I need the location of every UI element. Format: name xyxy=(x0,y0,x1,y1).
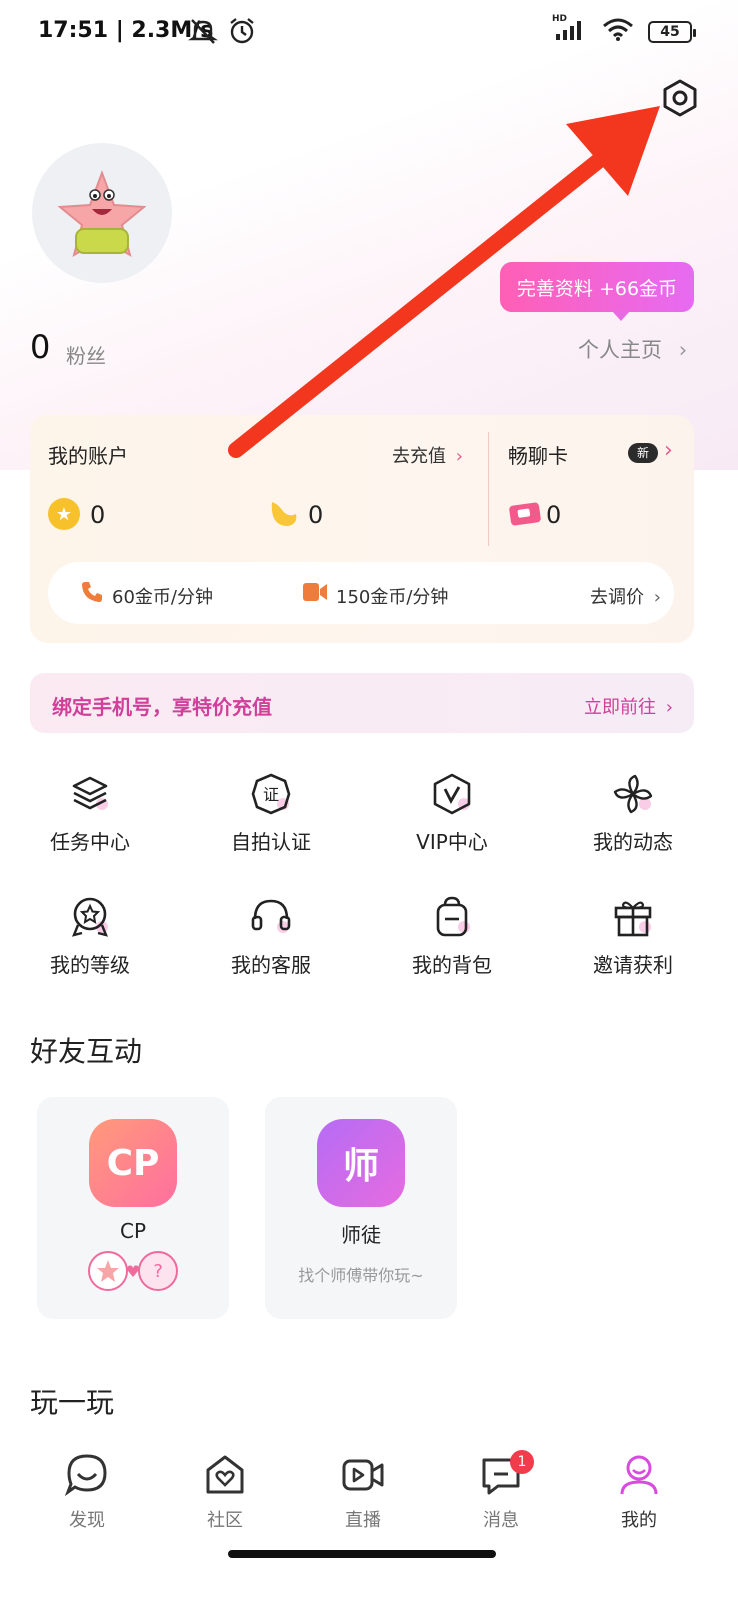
grid-item-my-backpack[interactable]: 我的背包 xyxy=(372,895,532,995)
chevron-right-icon: › xyxy=(678,338,688,362)
tab-discover[interactable]: 发现 xyxy=(18,1440,156,1560)
chevron-right-icon[interactable]: › xyxy=(664,438,673,463)
tab-community[interactable]: 社区 xyxy=(156,1440,294,1560)
grid-label: 邀请获利 xyxy=(593,953,673,977)
gold-coin-icon: ★ xyxy=(48,498,80,530)
cp-icon: CP xyxy=(89,1119,177,1207)
tab-label: 发现 xyxy=(69,1510,105,1531)
settings-hex-icon xyxy=(663,79,697,117)
chat-card-icon xyxy=(508,500,542,532)
gift-icon xyxy=(611,895,655,939)
grid-label: 我的动态 xyxy=(593,830,673,854)
mute-icon xyxy=(188,17,218,49)
alarm-icon xyxy=(228,17,256,49)
tab-label: 我的 xyxy=(621,1510,657,1531)
adjust-price-link[interactable]: 去调价 › xyxy=(590,583,661,609)
heart-house-icon xyxy=(206,1455,244,1494)
vip-icon xyxy=(430,772,474,816)
recharge-label: 去充值 xyxy=(392,446,446,467)
new-badge: 新 xyxy=(628,443,658,463)
video-price: 150金币/分钟 xyxy=(336,587,449,608)
hd-label: HD xyxy=(552,14,568,24)
headset-icon xyxy=(249,895,293,939)
backpack-icon xyxy=(430,895,474,939)
card-divider xyxy=(488,432,489,546)
chevron-right-icon: › xyxy=(665,697,673,718)
personal-homepage-link[interactable]: 个人主页 › xyxy=(578,334,687,364)
complete-profile-tip[interactable]: 完善资料 +66金币 xyxy=(500,262,694,321)
cp-card[interactable]: CP CP ♥ ? xyxy=(37,1097,229,1319)
grid-label: 我的等级 xyxy=(50,953,130,977)
coin-balance: 0 xyxy=(90,501,106,529)
play-section-title: 玩一玩 xyxy=(30,1386,115,1419)
status-bar: 17:51 | 2.3M/s HD 45 xyxy=(0,0,738,64)
settings-button[interactable] xyxy=(658,76,702,120)
bind-phone-text: 绑定手机号，享特价充值 xyxy=(52,695,272,719)
grid-label: 自拍认证 xyxy=(231,830,311,854)
voice-price: 60金币/分钟 xyxy=(112,587,213,608)
tab-messages[interactable]: 1 消息 xyxy=(432,1440,570,1560)
signal-icon: HD xyxy=(552,14,588,46)
fans-count: 0 xyxy=(30,328,51,366)
video-play-icon xyxy=(342,1459,384,1491)
mentor-title: 师徒 xyxy=(341,1223,381,1247)
layers-icon xyxy=(68,772,112,816)
certificate-icon: 证 xyxy=(249,772,293,816)
message-badge: 1 xyxy=(510,1450,534,1474)
mentor-icon: 师 xyxy=(317,1119,405,1207)
recharge-link[interactable]: 去充值 › xyxy=(392,442,463,468)
phone-icon xyxy=(80,580,104,608)
grid-label: 任务中心 xyxy=(50,830,130,854)
status-icons: HD 45 xyxy=(552,14,696,46)
tab-label: 直播 xyxy=(345,1510,381,1531)
battery-indicator: 45 xyxy=(648,21,696,43)
chevron-right-icon: › xyxy=(455,446,463,467)
grid-label: 我的背包 xyxy=(412,953,492,977)
svg-text:证: 证 xyxy=(263,785,279,804)
grid-item-my-moments[interactable]: 我的动态 xyxy=(553,772,713,872)
friends-section-title: 好友互动 xyxy=(30,1035,143,1068)
grid-item-my-level[interactable]: 我的等级 xyxy=(10,895,170,995)
patrick-star-avatar-icon xyxy=(57,170,147,258)
wifi-icon xyxy=(602,18,634,46)
cp-title: CP xyxy=(119,1219,147,1243)
chat-card-balance: 0 xyxy=(546,501,562,529)
go-now-label: 立即前往 xyxy=(584,697,656,718)
tab-live[interactable]: 直播 xyxy=(294,1440,432,1560)
unknown-partner-icon: ? xyxy=(138,1251,179,1291)
cp-avatar xyxy=(87,1251,128,1291)
star-badge-icon xyxy=(68,895,112,939)
avatar[interactable] xyxy=(32,143,172,283)
profile-icon xyxy=(620,1455,658,1495)
chat-card-title[interactable]: 畅聊卡 xyxy=(508,440,568,469)
grid-item-vip-center[interactable]: VIP中心 xyxy=(372,772,532,872)
mentor-card[interactable]: 师 师徒 找个师傅带你玩~ xyxy=(265,1097,457,1319)
bean-icon xyxy=(266,498,300,534)
tab-label: 社区 xyxy=(207,1510,243,1531)
tab-mine[interactable]: 我的 xyxy=(570,1440,708,1560)
smile-bubble-icon xyxy=(64,1454,107,1497)
pinwheel-icon xyxy=(611,772,655,816)
chevron-right-icon: › xyxy=(653,587,661,608)
grid-item-customer-service[interactable]: 我的客服 xyxy=(191,895,351,995)
grid-item-selfie-verify[interactable]: 证 自拍认证 xyxy=(191,772,351,872)
bottom-tab-bar: 发现 社区 直播 1 消息 我的 xyxy=(0,1440,738,1560)
cp-pair: ♥ ? xyxy=(87,1251,179,1291)
account-title: 我的账户 xyxy=(48,444,128,468)
homepage-link-label: 个人主页 xyxy=(578,338,662,362)
bean-balance: 0 xyxy=(308,501,324,529)
grid-label: VIP中心 xyxy=(416,830,488,854)
go-now-link[interactable]: 立即前往 › xyxy=(584,693,673,719)
adjust-price-label: 去调价 xyxy=(590,587,644,608)
grid-item-task-center[interactable]: 任务中心 xyxy=(10,772,170,872)
tab-label: 消息 xyxy=(483,1510,519,1531)
home-indicator xyxy=(228,1550,496,1558)
fans-label: 粉丝 xyxy=(66,344,106,368)
video-camera-icon xyxy=(302,580,328,608)
grid-item-invite-earn[interactable]: 邀请获利 xyxy=(553,895,713,995)
mentor-subtitle: 找个师傅带你玩~ xyxy=(298,1266,424,1285)
grid-label: 我的客服 xyxy=(231,953,311,977)
